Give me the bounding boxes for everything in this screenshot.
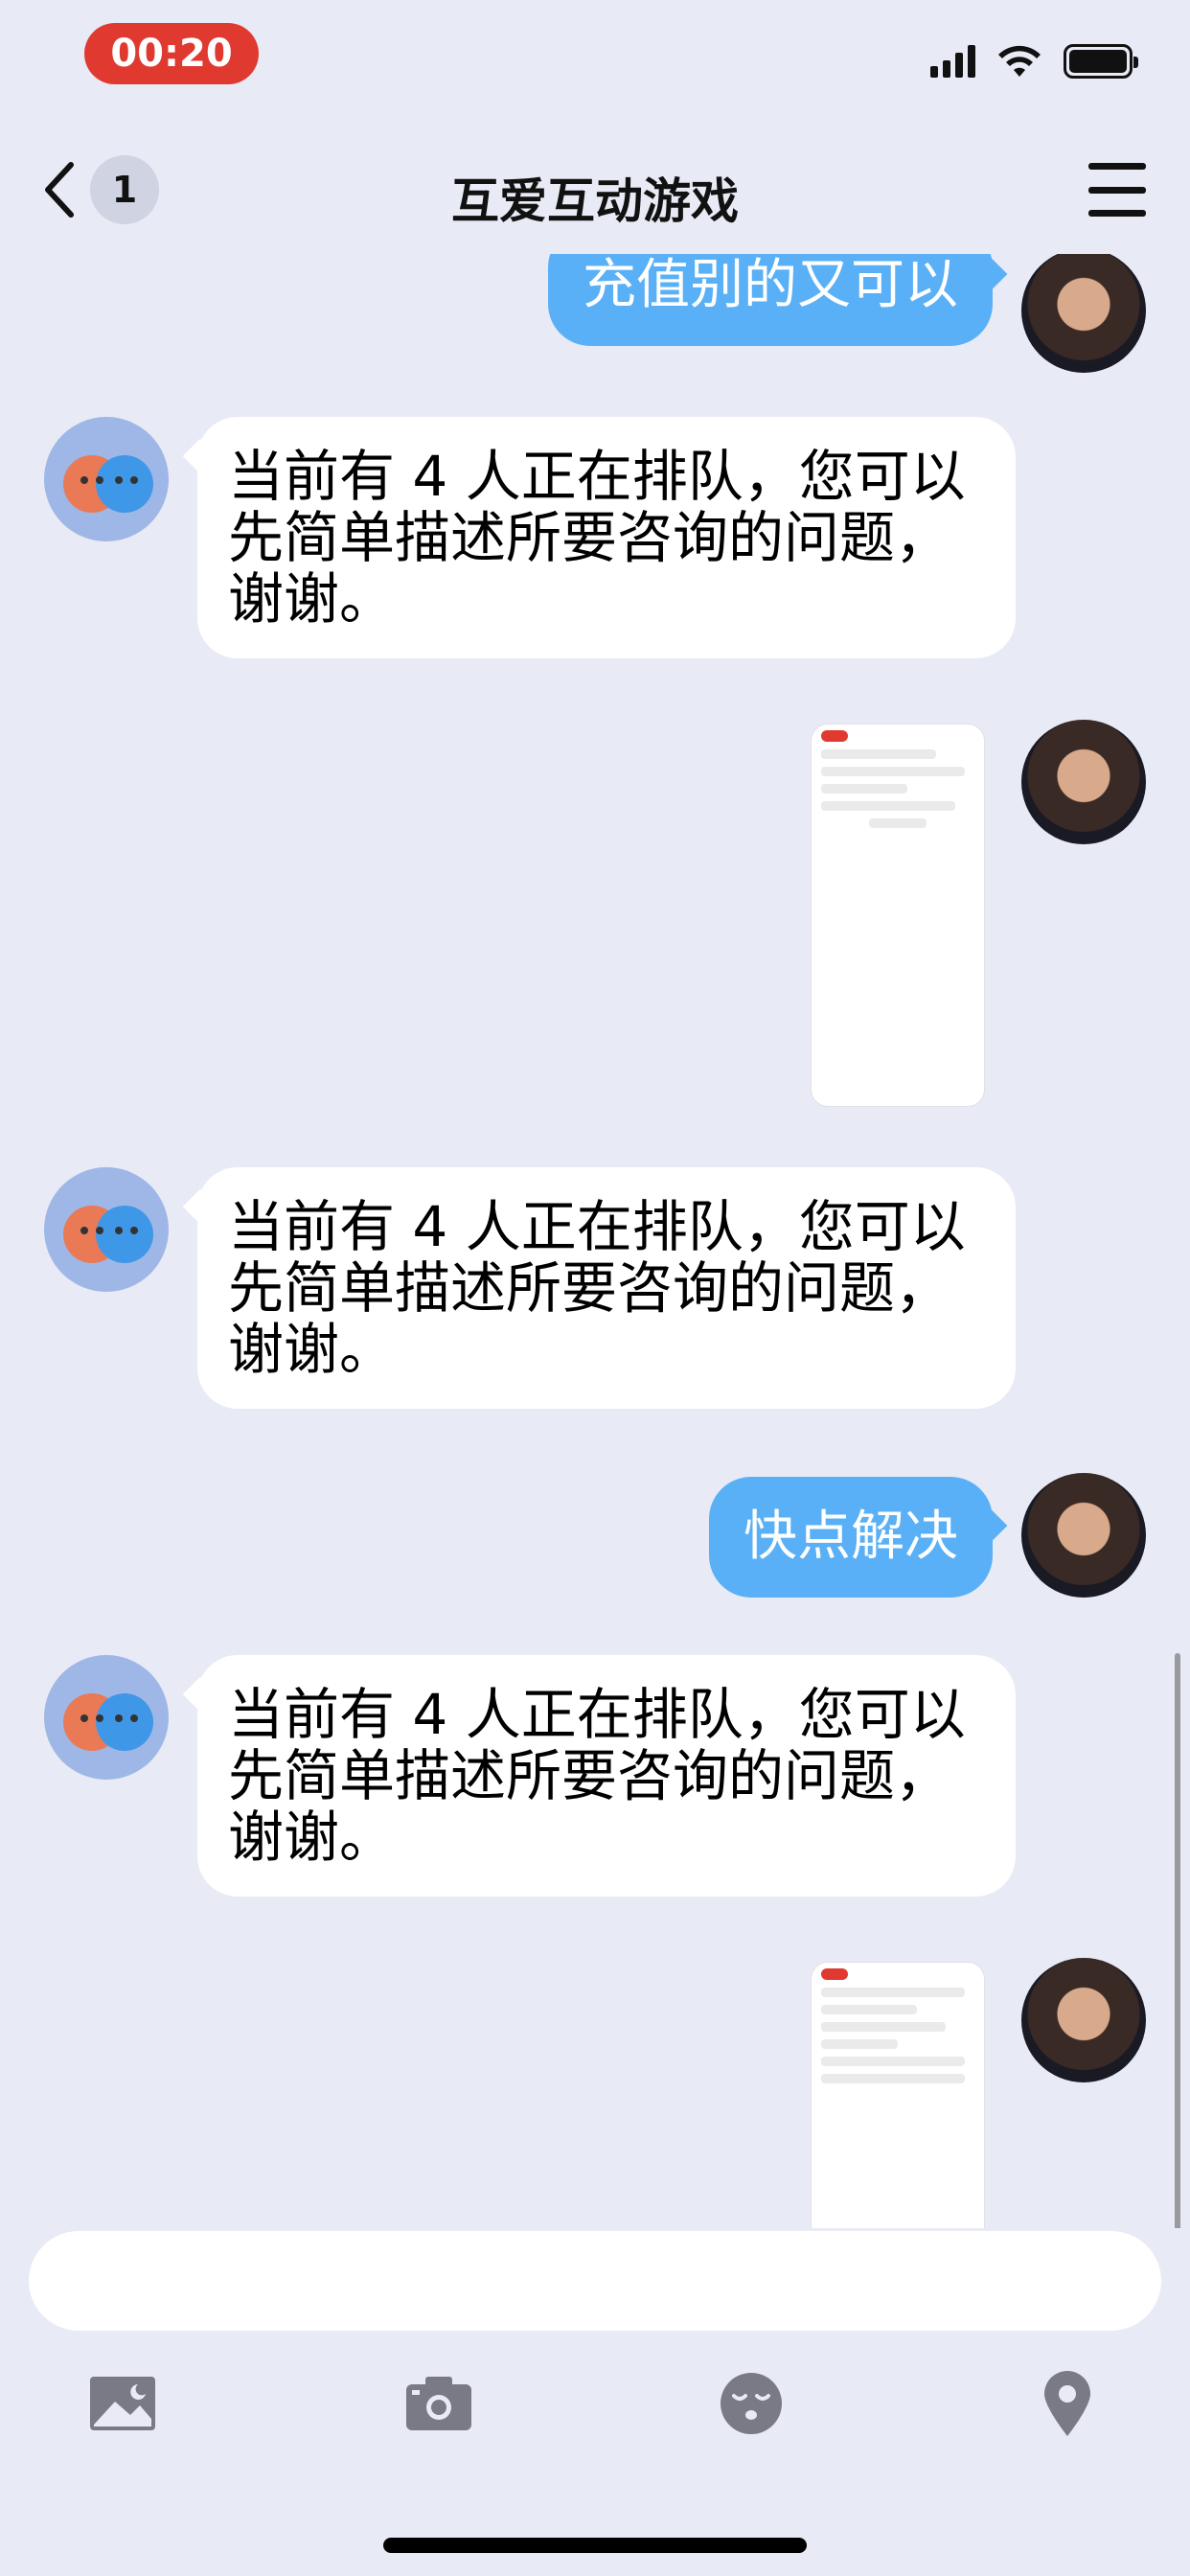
menu-button[interactable] [1088,163,1146,217]
bot-logo-icon [63,1206,153,1263]
user-avatar[interactable] [1021,254,1146,373]
emoji-icon[interactable] [715,2367,788,2440]
chat-message-user: 快点解决 [0,1473,1190,1617]
camera-icon[interactable] [402,2367,475,2440]
input-toolbar [0,2367,1190,2444]
status-bar: 00:20 [0,0,1190,125]
bot-avatar[interactable] [44,417,169,541]
chat-message-bot: 当前有 4 人正在排队，您可以先简单描述所要咨询的问题，谢谢。 [0,417,1190,676]
bot-logo-icon [63,1693,153,1751]
chat-message-bot: 当前有 4 人正在排队，您可以先简单描述所要咨询的问题，谢谢。 [0,1655,1190,1914]
wifi-icon [998,45,1041,77]
message-bubble[interactable]: 充值别的又可以 [548,254,993,346]
user-avatar[interactable] [1021,1958,1146,2082]
user-avatar[interactable] [1021,1473,1146,1598]
image-thumbnail[interactable] [811,724,985,1107]
status-time: 00:20 [84,23,259,84]
chat-message-bot: 当前有 4 人正在排队，您可以先简单描述所要咨询的问题，谢谢。 [0,1167,1190,1426]
chat-message-user-image [0,720,1190,1126]
scrollbar[interactable] [1175,1653,1180,2228]
status-icons [930,42,1138,80]
user-avatar[interactable] [1021,720,1146,844]
bot-avatar[interactable] [44,1167,169,1292]
image-icon[interactable] [86,2367,159,2440]
location-icon[interactable] [1031,2367,1104,2440]
home-indicator [383,2538,807,2553]
chat-message-user-image [0,1958,1190,2228]
bot-logo-icon [63,455,153,513]
nav-bar: 1 互爱互动游戏 [0,125,1190,254]
chat-list[interactable]: 充值别的又可以 当前有 4 人正在排队，您可以先简单描述所要咨询的问题，谢谢。 [0,254,1190,2228]
message-bubble[interactable]: 快点解决 [709,1477,993,1598]
signal-icon [930,45,975,78]
message-input[interactable] [29,2231,1161,2331]
page-title: 互爱互动游戏 [451,173,739,229]
battery-icon [1064,44,1138,79]
image-thumbnail[interactable] [811,1962,985,2228]
chat-message-user: 充值别的又可以 [0,254,1190,373]
message-bubble[interactable]: 当前有 4 人正在排队，您可以先简单描述所要咨询的问题，谢谢。 [197,1655,1016,1897]
message-bubble[interactable]: 当前有 4 人正在排队，您可以先简单描述所要咨询的问题，谢谢。 [197,417,1016,658]
bot-avatar[interactable] [44,1655,169,1780]
message-bubble[interactable]: 当前有 4 人正在排队，您可以先简单描述所要咨询的问题，谢谢。 [197,1167,1016,1409]
